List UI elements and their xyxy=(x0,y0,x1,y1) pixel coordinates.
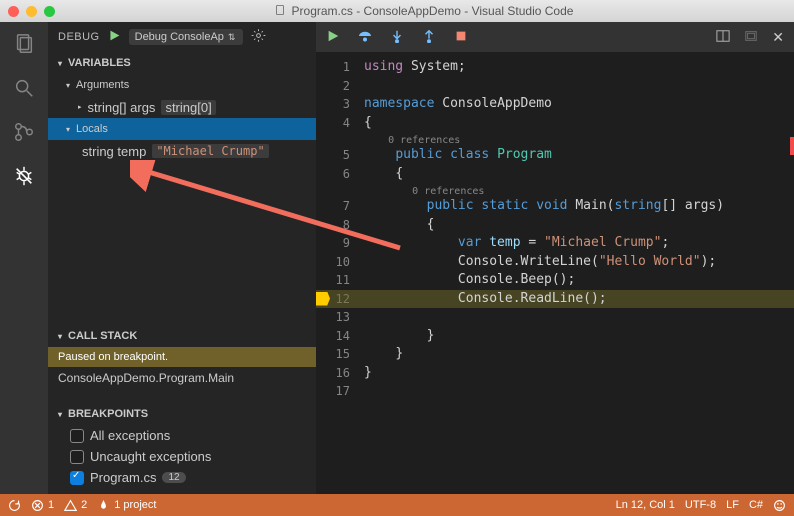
split-editor-icon[interactable] xyxy=(716,29,730,46)
code-line[interactable] xyxy=(364,77,794,96)
code-line[interactable]: namespace ConsoleAppDemo xyxy=(364,95,794,114)
code-line[interactable]: var temp = "Michael Crump"; xyxy=(364,234,794,253)
file-icon xyxy=(274,4,286,19)
warnings-status[interactable]: 2 xyxy=(64,499,87,512)
explorer-icon[interactable] xyxy=(12,32,36,56)
debug-config-name: Debug ConsoleAp xyxy=(135,31,224,43)
breakpoint-label: All exceptions xyxy=(90,428,170,443)
checkbox[interactable] xyxy=(70,471,84,485)
code-line[interactable]: } xyxy=(364,364,794,383)
titlebar: Program.cs - ConsoleAppDemo - Visual Stu… xyxy=(0,0,794,22)
sync-icon[interactable] xyxy=(8,499,21,512)
variable-row[interactable]: ▸ string[] args string[0] xyxy=(48,96,316,118)
breakpoint-row[interactable]: Program.cs 12 xyxy=(48,467,316,488)
projects-status[interactable]: 1 project xyxy=(97,499,156,512)
line-number: 9 xyxy=(316,234,360,253)
code-editor[interactable]: 1using System;23namespace ConsoleAppDemo… xyxy=(316,58,794,401)
breakpoint-label: Program.cs xyxy=(90,470,156,485)
chevron-updown-icon: ⇅ xyxy=(228,32,236,43)
debug-icon[interactable] xyxy=(12,164,36,188)
line-number: 6 xyxy=(316,165,360,184)
line-number: 5 xyxy=(316,146,360,165)
code-line[interactable]: { xyxy=(364,216,794,235)
start-debug-button[interactable] xyxy=(108,29,121,45)
breakpoint-row[interactable]: All exceptions xyxy=(48,425,316,446)
line-number: 11 xyxy=(316,271,360,290)
line-number: 4 xyxy=(316,114,360,133)
breakpoints-section-header[interactable]: ▾BREAKPOINTS xyxy=(48,403,316,425)
encoding-status[interactable]: UTF-8 xyxy=(685,499,716,511)
debug-config-bar: DEBUG Debug ConsoleAp ⇅ xyxy=(48,22,316,52)
feedback-icon[interactable] xyxy=(773,499,786,512)
errors-status[interactable]: 1 xyxy=(31,499,54,512)
checkbox[interactable] xyxy=(70,429,84,443)
close-editor-icon[interactable]: ✕ xyxy=(772,29,784,46)
line-number: 16 xyxy=(316,364,360,383)
callstack-section-header[interactable]: ▾CALL STACK xyxy=(48,325,316,347)
debug-toolbar: ✕ xyxy=(316,22,794,52)
code-line[interactable]: } xyxy=(364,327,794,346)
code-line[interactable]: using System; xyxy=(364,58,794,77)
locals-group[interactable]: ▾Locals xyxy=(48,118,316,140)
breakpoint-row[interactable]: Uncaught exceptions xyxy=(48,446,316,467)
line-number: 8 xyxy=(316,216,360,235)
window-controls xyxy=(8,6,55,17)
source-control-icon[interactable] xyxy=(12,120,36,144)
callstack-status: Paused on breakpoint. xyxy=(48,347,316,367)
checkbox[interactable] xyxy=(70,450,84,464)
code-line[interactable]: { xyxy=(364,114,794,133)
step-out-button[interactable] xyxy=(422,29,436,46)
line-number: 17 xyxy=(316,382,360,401)
code-line[interactable]: Console.Beep(); xyxy=(364,271,794,290)
line-number: 13 xyxy=(316,308,360,327)
code-line[interactable] xyxy=(364,382,794,401)
variables-section-header[interactable]: ▾VARIABLES xyxy=(48,52,316,74)
breakpoint-label: Uncaught exceptions xyxy=(90,449,211,464)
debug-side-panel: DEBUG Debug ConsoleAp ⇅ ▾VARIABLES ▾Argu… xyxy=(48,22,316,494)
line-number: 14 xyxy=(316,327,360,346)
continue-button[interactable] xyxy=(326,29,340,46)
editor-area: ✕ 1using System;23namespace ConsoleAppDe… xyxy=(316,22,794,494)
arguments-group[interactable]: ▾Arguments xyxy=(48,74,316,96)
code-line[interactable]: public class Program xyxy=(364,146,794,165)
line-number: 3 xyxy=(316,95,360,114)
line-number: 15 xyxy=(316,345,360,364)
breakpoint-indicator[interactable] xyxy=(316,292,330,306)
search-icon[interactable] xyxy=(12,76,36,100)
code-line[interactable]: Console.ReadLine(); xyxy=(316,290,794,309)
line-badge: 12 xyxy=(162,472,185,483)
variable-row[interactable]: string temp "Michael Crump" xyxy=(48,140,316,162)
activity-bar xyxy=(0,22,48,494)
close-window[interactable] xyxy=(8,6,19,17)
line-number: 1 xyxy=(316,58,360,77)
settings-gear-icon[interactable] xyxy=(251,28,266,46)
code-line[interactable]: } xyxy=(364,345,794,364)
code-line[interactable]: public static void Main(string[] args) xyxy=(364,197,794,216)
eol-status[interactable]: LF xyxy=(726,499,739,511)
line-number: 10 xyxy=(316,253,360,272)
debug-config-select[interactable]: Debug ConsoleAp ⇅ xyxy=(129,29,244,45)
cursor-position-status[interactable]: Ln 12, Col 1 xyxy=(616,499,675,511)
maximize-window[interactable] xyxy=(44,6,55,17)
line-number: 2 xyxy=(316,77,360,96)
more-icon[interactable] xyxy=(744,29,758,46)
minimize-window[interactable] xyxy=(26,6,37,17)
code-line[interactable] xyxy=(364,308,794,327)
stack-frame-row[interactable]: ConsoleAppDemo.Program.Main xyxy=(48,367,316,389)
code-line[interactable]: { xyxy=(364,165,794,184)
overview-ruler-marker xyxy=(790,137,794,155)
language-status[interactable]: C# xyxy=(749,499,763,511)
stop-button[interactable] xyxy=(454,29,468,46)
status-bar: 1 2 1 project Ln 12, Col 1 UTF-8 LF C# xyxy=(0,494,794,516)
step-over-button[interactable] xyxy=(358,29,372,46)
line-number: 7 xyxy=(316,197,360,216)
code-line[interactable]: Console.WriteLine("Hello World"); xyxy=(364,253,794,272)
step-into-button[interactable] xyxy=(390,29,404,46)
window-title: Program.cs - ConsoleAppDemo - Visual Stu… xyxy=(292,4,574,18)
debug-label: DEBUG xyxy=(58,31,100,43)
